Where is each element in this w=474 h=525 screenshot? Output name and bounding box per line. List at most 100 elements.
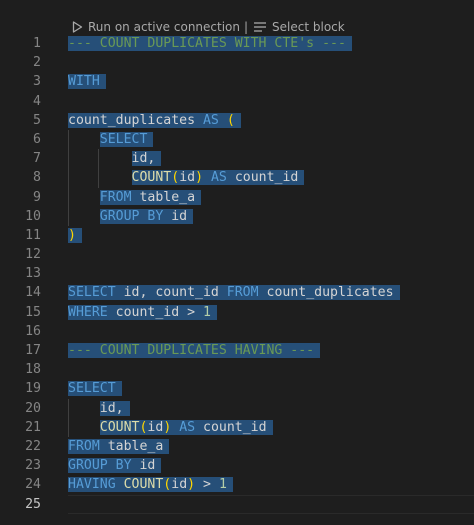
code-token: AS <box>179 419 196 435</box>
code-token: id <box>163 208 188 224</box>
code-line[interactable]: 20 id, <box>0 398 474 418</box>
line-number: 4 <box>33 93 41 109</box>
line-number: 17 <box>25 343 41 358</box>
code-line[interactable]: 24 HAVING COUNT(id) > 1 <box>0 475 474 494</box>
line-number: 16 <box>25 323 41 339</box>
code-line[interactable]: 12 <box>0 245 474 264</box>
line-number: 13 <box>25 266 41 282</box>
code-token: GROUP BY <box>68 458 132 474</box>
code-line[interactable]: 13 <box>0 264 474 283</box>
code-token: table_a <box>99 438 164 454</box>
code-line[interactable]: 15 WHERE count_id > 1 <box>0 303 474 322</box>
code-text[interactable]: HAVING COUNT(id) > 1 <box>68 475 233 494</box>
code-line[interactable]: 14 SELECT id, count_id FROM count_duplica… <box>0 283 474 302</box>
code-token: id, <box>99 400 124 416</box>
selection-highlight: GROUP BY id <box>99 208 194 224</box>
line-number: 2 <box>33 55 41 71</box>
code-token: --- COUNT DUPLICATES HAVING --- <box>68 343 315 358</box>
line-number: 18 <box>25 362 41 378</box>
code-line[interactable]: 5 count_duplicates AS ( <box>0 111 474 130</box>
code-token: count_id <box>226 170 299 186</box>
code-text[interactable]: SELECT <box>68 379 122 398</box>
code-token: table_a <box>131 189 196 205</box>
code-line[interactable]: 25 <box>0 494 474 514</box>
code-text[interactable]: COUNT(id) AS count_id <box>68 168 305 187</box>
code-token: ) <box>68 227 76 243</box>
selection-highlight: HAVING COUNT(id) > 1 <box>68 477 233 493</box>
selection-highlight: count_duplicates AS ( <box>68 112 241 128</box>
code-token: 1 <box>203 304 211 320</box>
code-token: id <box>131 458 156 474</box>
code-line[interactable]: 4 <box>0 92 474 111</box>
code-text[interactable]: FROM table_a <box>68 437 170 456</box>
code-line[interactable]: 19 SELECT <box>0 379 474 398</box>
code-token: FROM <box>99 189 132 205</box>
code-line[interactable]: 21 COUNT(id) AS count_id <box>0 417 474 437</box>
code-text[interactable]: WITH <box>68 72 106 91</box>
selection-highlight: COUNT(id) AS count_id <box>99 419 273 435</box>
code-text[interactable]: id, <box>68 149 162 168</box>
line-number: 1 <box>33 36 41 51</box>
code-line[interactable]: 9 FROM table_a <box>0 187 474 207</box>
current-line-highlight <box>68 494 474 514</box>
code-text[interactable]: SELECT <box>68 130 154 149</box>
selection-highlight: COUNT(id) AS count_id <box>131 170 305 186</box>
code-token: HAVING <box>68 477 116 493</box>
line-number: 10 <box>25 208 41 224</box>
code-line[interactable]: 3 WITH <box>0 72 474 91</box>
code-line[interactable]: 10 GROUP BY id <box>0 206 474 226</box>
code-line[interactable]: 18 <box>0 360 474 379</box>
code-line[interactable]: 16 <box>0 322 474 341</box>
code-text[interactable]: count_duplicates AS ( <box>68 111 241 130</box>
code-token: COUNT <box>131 170 172 186</box>
code-token: WHERE <box>68 304 108 320</box>
code-text[interactable]: COUNT(id) AS count_id <box>68 418 273 437</box>
code-line[interactable]: 2 <box>0 53 474 72</box>
line-number: 12 <box>25 247 41 263</box>
select-block-label: Select block <box>272 20 345 34</box>
code-lines[interactable]: 1 --- COUNT DUPLICATES WITH CTE's --- 2 3 WI… <box>0 34 474 514</box>
code-token: id <box>147 419 164 435</box>
code-line[interactable]: 17 --- COUNT DUPLICATES HAVING --- <box>0 341 474 360</box>
line-number: 15 <box>25 304 41 320</box>
code-text[interactable]: --- COUNT DUPLICATES WITH CTE's --- <box>68 34 352 53</box>
selection-highlight: SELECT id, count_id FROM count_duplicate… <box>68 285 400 301</box>
code-line[interactable]: 8 COUNT(id) AS count_id <box>0 168 474 188</box>
line-number: 21 <box>25 419 41 435</box>
line-number: 22 <box>25 438 41 454</box>
code-token: AS <box>202 112 219 128</box>
code-line[interactable]: 7 id, <box>0 149 474 169</box>
selection-highlight: --- COUNT DUPLICATES WITH CTE's --- <box>68 36 352 51</box>
code-line[interactable]: 1 --- COUNT DUPLICATES WITH CTE's --- <box>0 34 474 53</box>
code-token: id, <box>131 151 156 167</box>
code-text[interactable]: GROUP BY id <box>68 207 194 226</box>
code-text[interactable]: SELECT id, count_id FROM count_duplicate… <box>68 283 400 302</box>
code-token: FROM <box>68 438 100 454</box>
run-label: Run on active connection <box>88 20 240 34</box>
code-text[interactable]: --- COUNT DUPLICATES HAVING --- <box>68 341 321 360</box>
selection-highlight: --- COUNT DUPLICATES HAVING --- <box>68 343 321 358</box>
code-text[interactable]: GROUP BY id <box>68 456 162 475</box>
selection-highlight: ) <box>68 227 82 243</box>
line-number: 20 <box>25 400 41 416</box>
code-token: count_duplicates <box>68 112 203 128</box>
code-token: AS <box>210 170 227 186</box>
select-block-button[interactable]: Select block <box>253 20 345 34</box>
code-text[interactable]: ) <box>68 226 82 245</box>
code-line[interactable]: 6 SELECT <box>0 129 474 150</box>
code-token: count_id <box>195 419 267 435</box>
selection-highlight: id, <box>131 151 162 167</box>
code-text[interactable]: WHERE count_id > 1 <box>68 303 217 322</box>
run-on-active-connection-button[interactable]: Run on active connection <box>72 20 240 34</box>
code-editor[interactable]: Run on active connection | Select block … <box>0 0 474 525</box>
code-line[interactable]: 22 FROM table_a <box>0 437 474 456</box>
code-text[interactable]: FROM table_a <box>68 188 202 207</box>
code-line[interactable]: 11) <box>0 226 474 245</box>
code-line[interactable]: 23 GROUP BY id <box>0 456 474 475</box>
code-text[interactable]: id, <box>68 399 130 418</box>
